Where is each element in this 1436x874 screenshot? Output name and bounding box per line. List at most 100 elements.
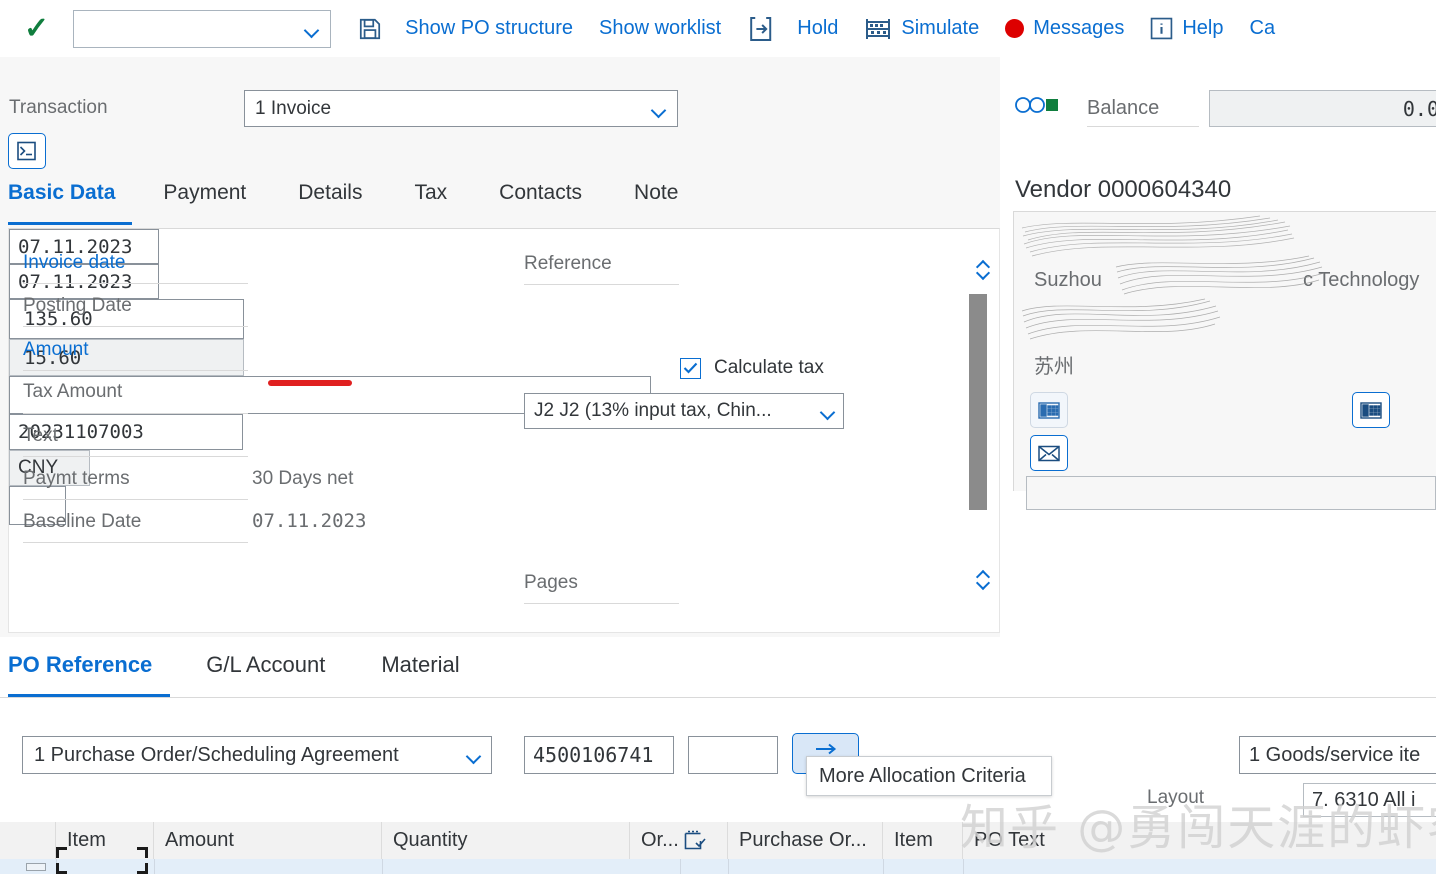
- cell-divider: [883, 859, 884, 874]
- vendor-panel: Suzhou c Technology 苏州: [1013, 211, 1436, 491]
- reference-label-underline: [524, 284, 679, 285]
- confirm-check-icon[interactable]: ✓: [24, 13, 49, 44]
- posting-date-label: Posting Date: [23, 295, 132, 316]
- tab-note-label: Note: [634, 181, 679, 204]
- po-doc-type-value: 1 Purchase Order/Scheduling Agreement: [34, 743, 399, 766]
- invoice-date-label-underline: [23, 283, 248, 284]
- tab-details[interactable]: Details: [272, 181, 388, 205]
- amount-annotation-underline: [268, 380, 352, 386]
- th-purchase-order[interactable]: Purchase Or...: [728, 822, 883, 859]
- item-tabstrip: PO Reference G/L Account Material: [0, 652, 1436, 698]
- messages-button[interactable]: Messages: [1005, 17, 1124, 40]
- email-icon[interactable]: [1030, 435, 1068, 471]
- po-item-input[interactable]: [688, 736, 778, 774]
- help-button[interactable]: Help: [1150, 17, 1224, 40]
- baseline-date-label-underline: [23, 542, 248, 543]
- transaction-value: 1 Invoice: [255, 97, 332, 119]
- tab-tax[interactable]: Tax: [388, 181, 473, 205]
- tab-material[interactable]: Material: [353, 652, 487, 678]
- hold-button[interactable]: Hold: [797, 17, 838, 40]
- row-select-checkbox[interactable]: [26, 863, 46, 871]
- watermark-text: 知乎 @勇闯天涯的虾客: [960, 800, 1436, 856]
- tab-basic-data-label: Basic Data: [8, 181, 116, 204]
- baseline-date-label: Baseline Date: [23, 511, 142, 532]
- transaction-select[interactable]: 1 Invoice: [244, 90, 678, 127]
- th-order-unit[interactable]: Or...: [630, 822, 680, 859]
- redaction-scribble-icon: [1021, 298, 1221, 340]
- show-po-structure-button[interactable]: Show PO structure: [405, 17, 573, 40]
- vendor-name-prefix: Suzhou: [1034, 269, 1102, 291]
- tab-gl-account-label: G/L Account: [206, 652, 326, 677]
- tab-payment[interactable]: Payment: [137, 181, 272, 205]
- paymt-terms-value: 30 Days net: [252, 468, 354, 489]
- transaction-label: Transaction: [9, 97, 108, 118]
- po-number-input[interactable]: 4500106741: [524, 736, 674, 774]
- tab-payment-label: Payment: [163, 181, 247, 204]
- th-quantity[interactable]: Quantity: [382, 822, 630, 859]
- basic-data-form: Invoice date 07.11.2023 Posting Date 07.…: [8, 228, 1000, 633]
- scrollbar-thumb[interactable]: [969, 294, 987, 510]
- balance-label-underline: [1087, 126, 1199, 127]
- checkbox-list-icon[interactable]: [680, 822, 728, 859]
- tab-basic-data[interactable]: Basic Data: [0, 181, 137, 205]
- simulate-button[interactable]: Simulate: [864, 17, 979, 40]
- info-icon: [1150, 17, 1173, 40]
- redaction-scribble-icon: [1021, 215, 1295, 257]
- basic-data-tabstrip: Basic Data Payment Details Tax Contacts …: [0, 181, 1000, 225]
- checkbox-checked-icon: [680, 357, 701, 379]
- tab-gl-account[interactable]: G/L Account: [178, 652, 353, 678]
- tax-amount-label: Tax Amount: [23, 381, 123, 402]
- cell-divider: [963, 859, 964, 874]
- save-icon[interactable]: [357, 16, 383, 42]
- show-worklist-label: Show worklist: [598, 17, 722, 39]
- cell-divider: [154, 859, 155, 874]
- cancel-button[interactable]: Ca: [1250, 17, 1276, 40]
- phone-icon[interactable]: [1030, 392, 1068, 428]
- vendor-city: 苏州: [1034, 354, 1074, 378]
- abacus-icon: [864, 18, 892, 40]
- posting-date-label-underline: [23, 326, 248, 327]
- pages-label: Pages: [524, 572, 578, 593]
- vendor-note-input[interactable]: [1026, 476, 1436, 510]
- help-label: Help: [1182, 17, 1224, 39]
- fax-icon[interactable]: [1352, 392, 1390, 428]
- th-item-2[interactable]: Item: [883, 822, 963, 859]
- calculate-tax-label: Calculate tax: [714, 357, 824, 378]
- tab-tax-label: Tax: [414, 181, 448, 204]
- document-overview-button[interactable]: [8, 133, 46, 169]
- calculate-tax-checkbox[interactable]: Calculate tax: [680, 357, 824, 379]
- form-scroll-down-spinner[interactable]: [972, 569, 994, 588]
- paymt-terms-label-underline: [23, 499, 248, 500]
- chevron-down-icon: [976, 579, 990, 588]
- th-select-all[interactable]: [0, 822, 56, 859]
- po-number-value: 4500106741: [533, 743, 654, 767]
- tax-code-select[interactable]: J2 J2 (13% input tax, Chin...: [524, 393, 844, 429]
- chevron-down-icon: [976, 269, 990, 278]
- tax-code-value: J2 J2 (13% input tax, Chin...: [534, 400, 772, 421]
- show-po-structure-label: Show PO structure: [405, 17, 573, 39]
- tooltip-text: More Allocation Criteria: [819, 764, 1026, 787]
- th-amount[interactable]: Amount: [154, 822, 382, 859]
- form-scroll-up-spinner[interactable]: [972, 259, 994, 278]
- balance-label: Balance: [1087, 97, 1160, 119]
- po-doc-type-select[interactable]: 1 Purchase Order/Scheduling Agreement: [22, 736, 492, 774]
- show-worklist-button[interactable]: Show worklist: [599, 17, 721, 40]
- pages-label-underline: [524, 603, 679, 604]
- baseline-date-value: 07.11.2023: [252, 510, 367, 532]
- cell-divider: [382, 859, 383, 874]
- balance-indicator: [1015, 96, 1059, 119]
- form-vertical-scrollbar[interactable]: [968, 294, 988, 510]
- export-icon[interactable]: [747, 14, 775, 44]
- redaction-scribble-icon: [1115, 255, 1325, 295]
- red-dot-icon: [1005, 19, 1025, 38]
- goods-service-select[interactable]: 1 Goods/service ite: [1239, 736, 1436, 774]
- table-row[interactable]: [0, 859, 1436, 874]
- simulate-label: Simulate: [901, 17, 980, 39]
- paymt-terms-label: Paymt terms: [23, 468, 130, 489]
- toolbar-dropdown[interactable]: [73, 9, 332, 48]
- tab-po-reference[interactable]: PO Reference: [0, 652, 178, 678]
- tab-contacts[interactable]: Contacts: [473, 181, 608, 205]
- active-tab-underline: [8, 222, 132, 225]
- tooltip-more-allocation-criteria: More Allocation Criteria: [806, 756, 1052, 796]
- tab-note[interactable]: Note: [608, 181, 704, 205]
